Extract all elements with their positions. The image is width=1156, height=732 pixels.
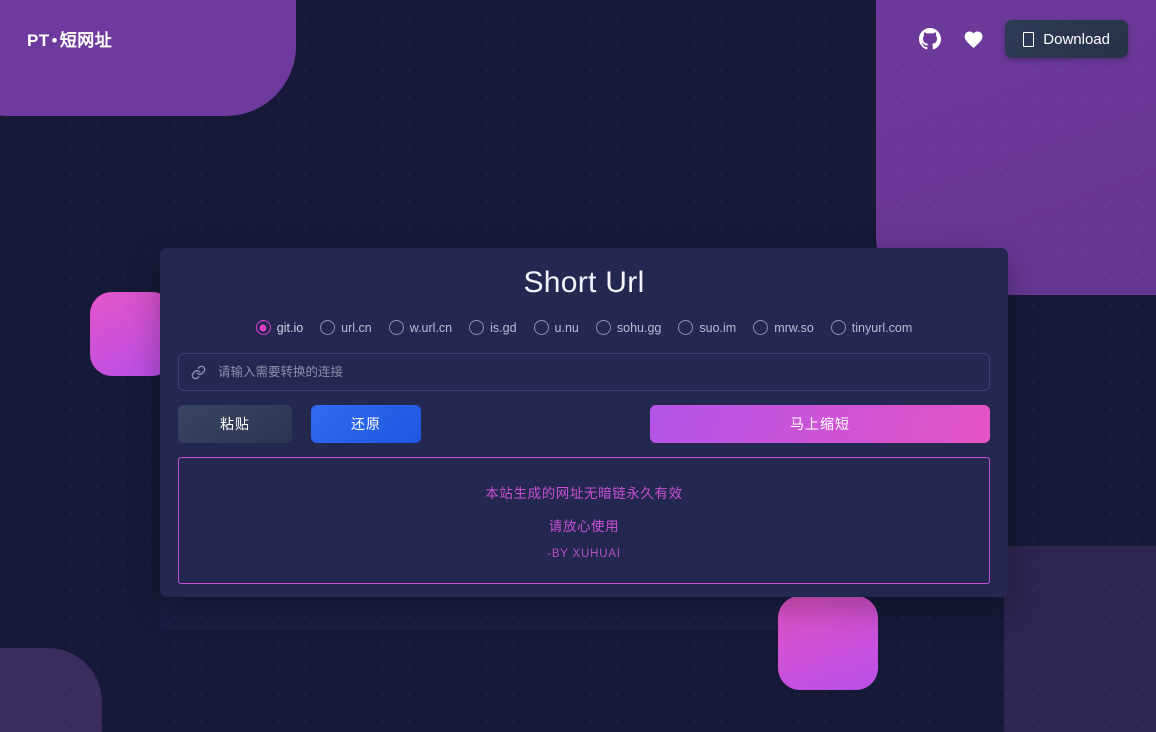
github-icon[interactable] (917, 26, 943, 52)
provider-option-git-io[interactable]: git.io (255, 320, 304, 335)
provider-option-url-cn[interactable]: url.cn (320, 320, 372, 335)
provider-label: suo.im (699, 320, 737, 335)
provider-label: url.cn (341, 320, 372, 335)
provider-option-is-gd[interactable]: is.gd (469, 320, 517, 335)
radio-icon (255, 320, 271, 335)
provider-radio-group: git.io url.cn w.url.cn is.gd u.nu sohu.g… (160, 320, 1008, 335)
top-bar: PT • 短网址 Download (0, 0, 1156, 80)
url-input-wrapper[interactable] (178, 353, 990, 391)
decor-square-right (778, 596, 878, 690)
provider-label: tinyurl.com (851, 320, 913, 335)
notice-line-1: 本站生成的网址无暗链永久有效 (485, 485, 683, 501)
decor-bottom-right-shape (1004, 546, 1156, 732)
notice-line-2: 请放心使用 (548, 518, 620, 534)
provider-option-sohu-gg[interactable]: sohu.gg (595, 320, 662, 335)
radio-icon (595, 320, 611, 335)
radio-icon (320, 320, 336, 335)
provider-label: mrw.so (774, 320, 814, 335)
provider-option-u-nu[interactable]: u.nu (533, 320, 579, 335)
paste-button[interactable]: 粘贴 (178, 405, 292, 443)
provider-option-mrw-so[interactable]: mrw.so (753, 320, 814, 335)
notice-box: 本站生成的网址无暗链永久有效 请放心使用 -BY XUHUAI (178, 457, 990, 584)
provider-label: u.nu (554, 320, 579, 335)
download-button[interactable]: Download (1005, 20, 1128, 58)
link-icon (191, 365, 206, 380)
provider-label: is.gd (490, 320, 517, 335)
brand-name: 短网址 (59, 31, 113, 50)
radio-icon (533, 320, 549, 335)
provider-option-w-url-cn[interactable]: w.url.cn (388, 320, 453, 335)
radio-icon (678, 320, 694, 335)
download-button-label: Download (1043, 30, 1110, 48)
radio-icon (388, 320, 404, 335)
shortener-card: Short Url git.io url.cn w.url.cn is.gd u… (160, 248, 1008, 597)
restore-button[interactable]: 还原 (311, 405, 421, 443)
radio-icon (469, 320, 485, 335)
page-title: Short Url (523, 266, 645, 299)
brand-separator: • (51, 31, 58, 50)
heart-icon[interactable] (961, 26, 987, 52)
decor-bottom-left-shape (0, 648, 102, 732)
url-input[interactable] (218, 365, 977, 379)
provider-option-tinyurl-com[interactable]: tinyurl.com (830, 320, 913, 335)
action-button-row: 粘贴 还原 马上缩短 (178, 405, 990, 443)
app-root: PT • 短网址 Download Short Url git.io url.c… (0, 0, 1156, 732)
notice-signature: -BY XUHUAI (547, 547, 621, 560)
provider-label: sohu.gg (616, 320, 662, 335)
provider-label: w.url.cn (409, 320, 453, 335)
provider-label: git.io (276, 320, 304, 335)
shorten-button[interactable]: 马上缩短 (650, 405, 990, 443)
provider-option-suo-im[interactable]: suo.im (678, 320, 736, 335)
radio-icon (830, 320, 846, 335)
download-glyph-icon (1023, 31, 1035, 47)
brand-logo[interactable]: PT • 短网址 (27, 26, 112, 51)
brand-prefix: PT (27, 31, 50, 50)
top-bar-actions: Download (917, 20, 1128, 58)
radio-icon (753, 320, 769, 335)
